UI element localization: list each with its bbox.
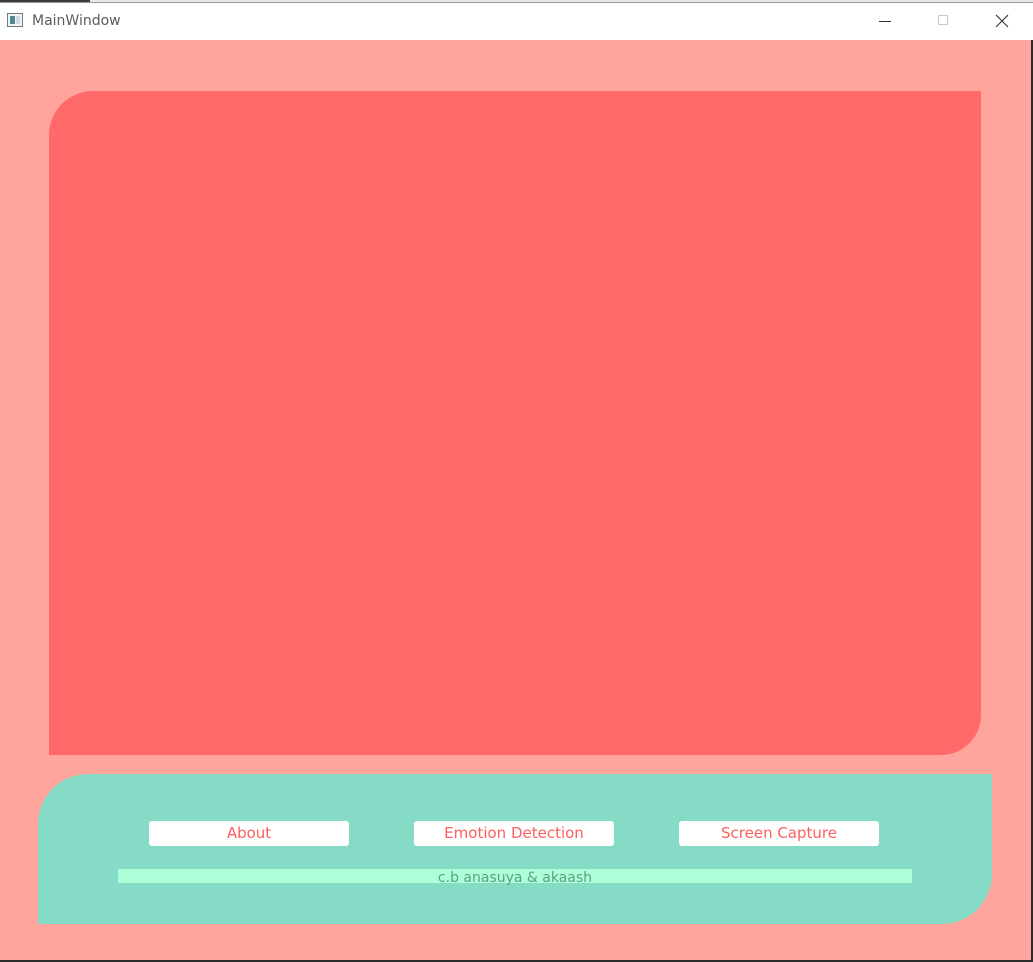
credit-label: c.b anasuya & akaash — [437, 870, 593, 886]
window-title: MainWindow — [32, 13, 121, 29]
app-window-icon — [7, 13, 23, 27]
client-area: About Emotion Detection Screen Capture c… — [0, 40, 1031, 960]
close-icon — [995, 14, 1009, 28]
minimize-icon — [879, 21, 891, 22]
close-button[interactable] — [973, 3, 1031, 39]
maximize-icon — [938, 15, 948, 25]
maximize-button[interactable] — [914, 3, 972, 39]
video-display-panel — [49, 91, 981, 755]
minimize-button[interactable] — [856, 3, 914, 39]
main-window: MainWindow About Emotion Detection Scree… — [0, 0, 1033, 962]
title-bar[interactable]: MainWindow — [0, 2, 1033, 40]
emotion-detection-button[interactable]: Emotion Detection — [414, 821, 614, 846]
about-button[interactable]: About — [149, 821, 349, 846]
control-panel: About Emotion Detection Screen Capture c… — [38, 774, 992, 924]
screen-capture-button[interactable]: Screen Capture — [679, 821, 879, 846]
